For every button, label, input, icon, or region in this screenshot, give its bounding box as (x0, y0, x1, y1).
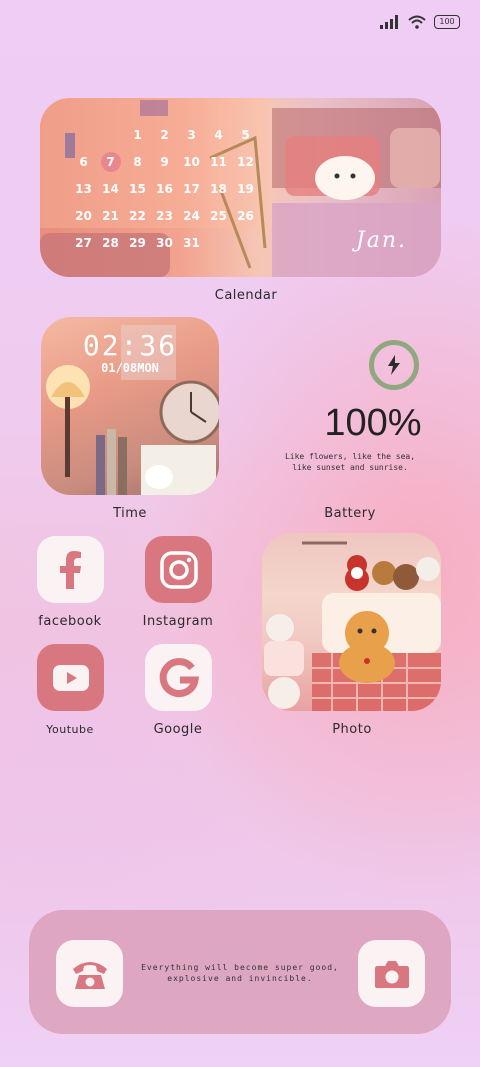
facebook-app[interactable] (37, 536, 104, 603)
calendar-month: Jan. (355, 228, 407, 253)
dock-quote-line: explosive and invincible. (167, 974, 313, 983)
youtube-app[interactable] (37, 644, 104, 711)
battery-label: Battery (324, 506, 376, 521)
signal-icon (380, 15, 398, 29)
calendar-day: 12 (237, 155, 254, 169)
google-label: Google (153, 722, 203, 737)
calendar-day-grid: 1 2 3 4 5 6 7 8 9 10 11 12 13 14 15 16 1… (70, 125, 259, 253)
calendar-day: 5 (241, 128, 250, 142)
calendar-day: 22 (129, 209, 146, 223)
calendar-day: 11 (210, 155, 227, 169)
instagram-icon (159, 550, 198, 589)
instagram-label: Instagram (142, 614, 214, 629)
dock-quote-line: Everything will become super good, (141, 963, 339, 972)
calendar-day: 10 (183, 155, 200, 169)
wifi-icon (408, 15, 426, 29)
photo-label: Photo (332, 722, 372, 737)
calendar-day: 4 (214, 128, 223, 142)
clock-time: 02:36 (82, 329, 178, 362)
google-icon (159, 657, 199, 697)
dock-quote: Everything will become super good, explo… (140, 962, 340, 984)
calendar-day: 14 (102, 182, 119, 196)
clock-date: 01/08MON (101, 361, 159, 375)
phone-icon (72, 961, 107, 989)
calendar-day: 24 (183, 209, 200, 223)
calendar-day: 17 (183, 182, 200, 196)
calendar-day: 31 (183, 236, 200, 250)
battery-quote: Like flowers, like the sea, like sunset … (270, 451, 430, 473)
calendar-day: 27 (75, 236, 92, 250)
battery-percent: 100% (324, 402, 422, 444)
calendar-day: 21 (102, 209, 119, 223)
status-bar: 100 (380, 12, 460, 32)
youtube-label: Youtube (46, 723, 94, 736)
calendar-day: 8 (133, 155, 142, 169)
time-widget[interactable]: 02:36 01/08MON (41, 317, 219, 495)
calendar-day: 6 (79, 155, 88, 169)
calendar-widget[interactable]: 1 2 3 4 5 6 7 8 9 10 11 12 13 14 15 16 1… (40, 98, 441, 277)
phone-app[interactable] (56, 940, 123, 1007)
calendar-day: 26 (237, 209, 254, 223)
calendar-day: 1 (133, 128, 142, 142)
battery-quote-line: Like flowers, like the sea, (284, 452, 416, 461)
battery-indicator: 100 (434, 15, 460, 29)
calendar-day: 20 (75, 209, 92, 223)
battery-ring (369, 340, 419, 390)
calendar-day: 30 (156, 236, 173, 250)
charging-bolt-icon (388, 355, 400, 375)
calendar-day: 25 (210, 209, 227, 223)
calendar-label: Calendar (214, 288, 278, 303)
calendar-day-today: 7 (100, 152, 121, 172)
calendar-day: 23 (156, 209, 173, 223)
facebook-icon (59, 550, 81, 589)
calendar-day: 3 (187, 128, 196, 142)
google-app[interactable] (145, 644, 212, 711)
calendar-day: 2 (160, 128, 169, 142)
calendar-day: 19 (237, 182, 254, 196)
youtube-icon (52, 664, 89, 691)
calendar-day: 18 (210, 182, 227, 196)
photo-widget[interactable] (262, 533, 441, 711)
camera-app[interactable] (358, 940, 425, 1007)
calendar-day: 29 (129, 236, 146, 250)
facebook-label: facebook (38, 614, 102, 629)
toys-photo (264, 541, 441, 711)
time-label: Time (113, 506, 147, 521)
calendar-day: 9 (160, 155, 169, 169)
calendar-day: 15 (129, 182, 146, 196)
calendar-day: 28 (102, 236, 119, 250)
instagram-app[interactable] (145, 536, 212, 603)
battery-quote-line: like sunset and sunrise. (292, 463, 408, 472)
camera-icon (374, 960, 409, 988)
calendar-day: 13 (75, 182, 92, 196)
calendar-day: 16 (156, 182, 173, 196)
